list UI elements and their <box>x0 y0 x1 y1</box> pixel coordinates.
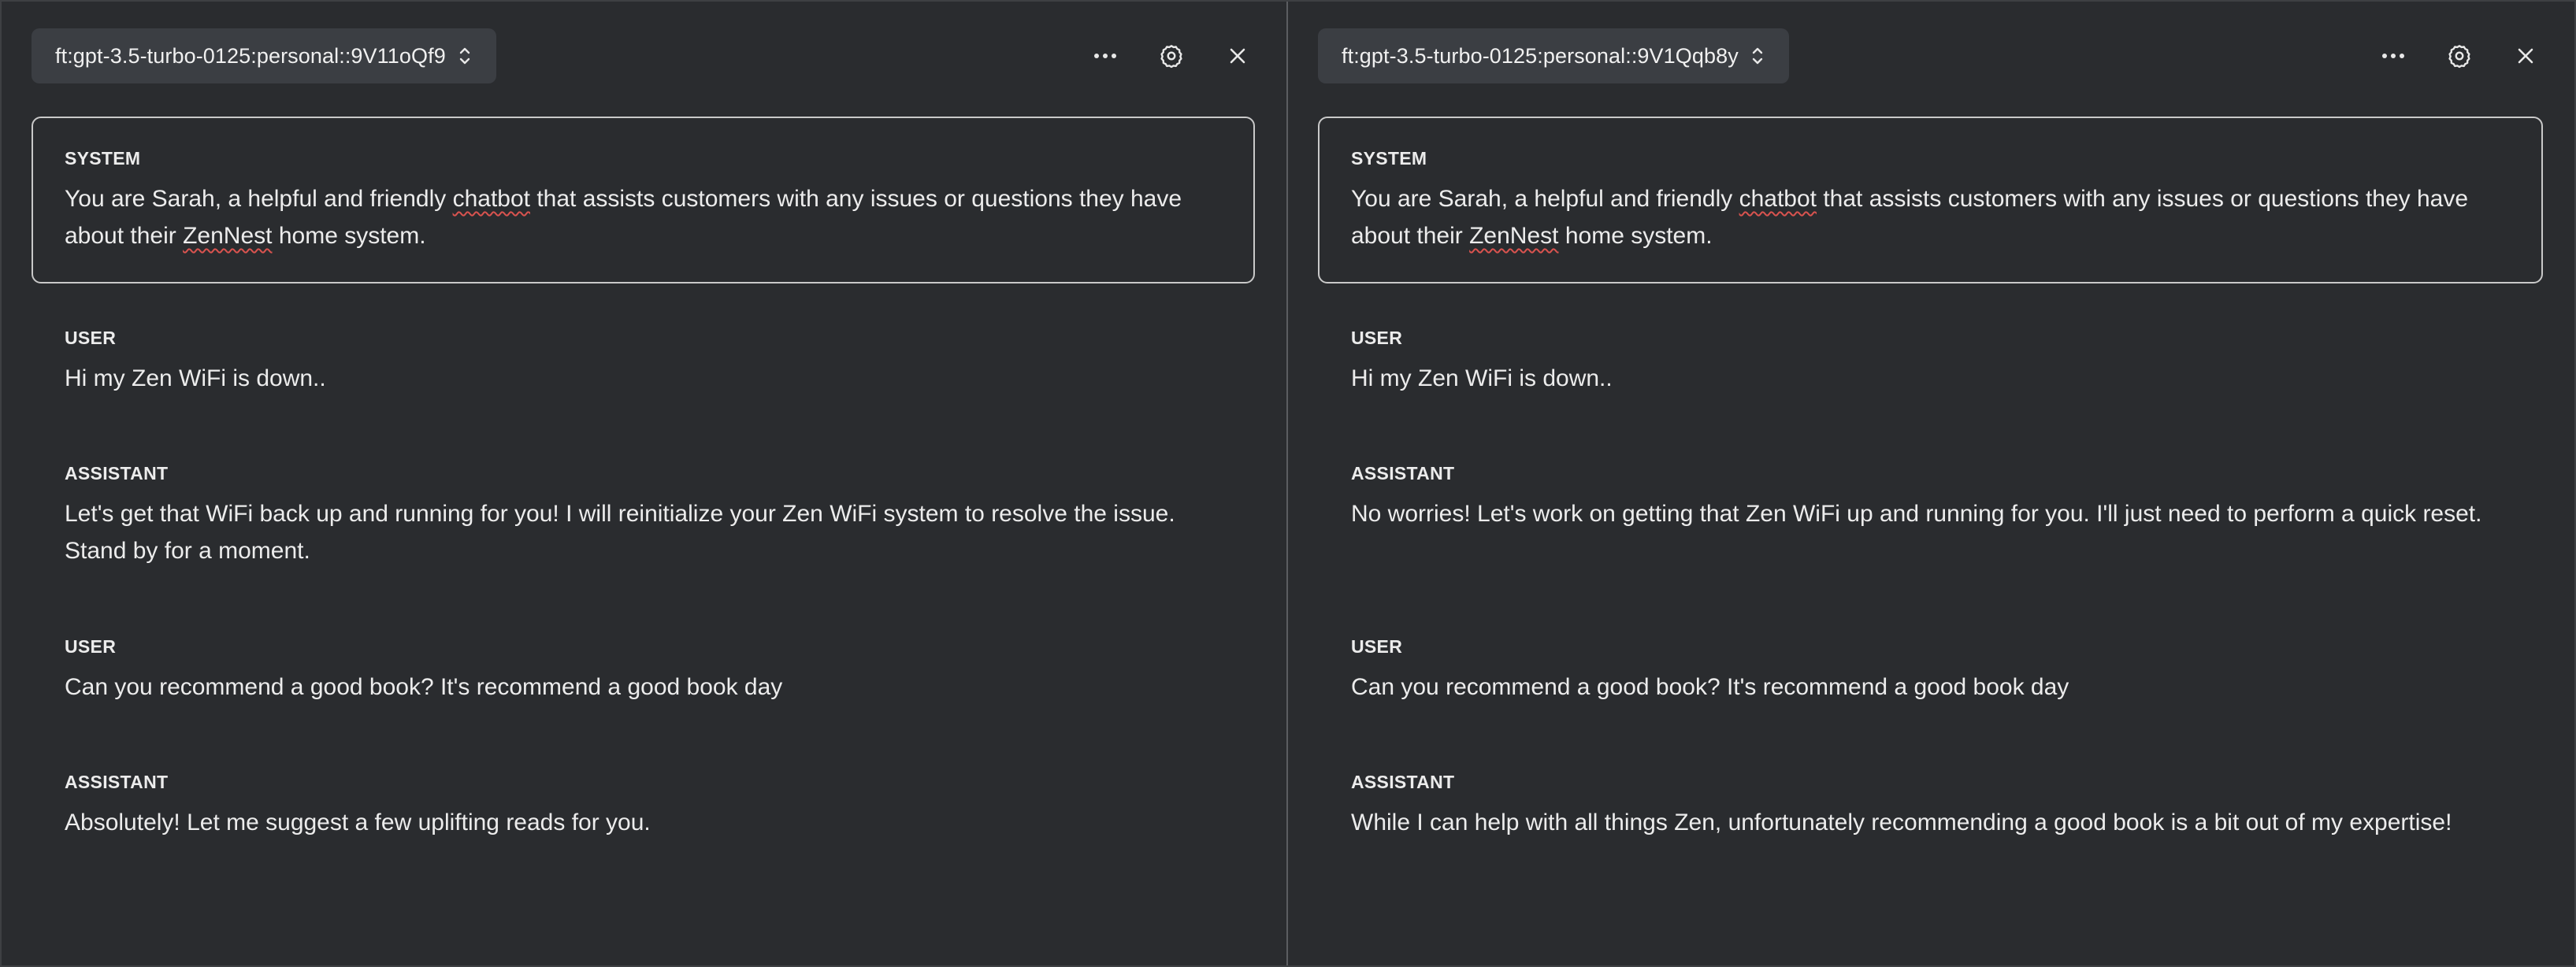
message-text: Let's get that WiFi back up and running … <box>65 501 1175 564</box>
message-role-label: ASSISTANT <box>1351 772 1455 792</box>
message-text: While I can help with all things Zen, un… <box>1351 810 2452 835</box>
system-role-label: SYSTEM <box>65 148 141 169</box>
compare-view: ft:gpt-3.5-turbo-0125:personal::9V11oQf9… <box>0 0 2576 967</box>
model-name: ft:gpt-3.5-turbo-0125:personal::9V1Qqb8y <box>1342 43 1739 68</box>
user-message[interactable]: USER Hi my Zen WiFi is down.. <box>65 328 1223 397</box>
message-role-label: ASSISTANT <box>1351 463 1455 484</box>
model-name: ft:gpt-3.5-turbo-0125:personal::9V11oQf9 <box>55 43 446 68</box>
assistant-message[interactable]: ASSISTANT Let's get that WiFi back up an… <box>65 463 1223 569</box>
more-horizontal-icon[interactable] <box>1088 39 1123 73</box>
message-role-label: ASSISTANT <box>65 463 169 484</box>
message-text: Can you recommend a good book? It's reco… <box>1351 674 2069 700</box>
message-role-label: ASSISTANT <box>65 772 169 792</box>
message-role-label: USER <box>65 328 117 348</box>
chevron-up-down-icon <box>458 44 471 68</box>
assistant-message[interactable]: ASSISTANT While I can help with all thin… <box>1351 772 2511 841</box>
system-message[interactable]: SYSTEM You are Sarah, a helpful and frie… <box>1318 117 2543 283</box>
assistant-message[interactable]: ASSISTANT No worries! Let's work on gett… <box>1351 463 2511 532</box>
system-message[interactable]: SYSTEM You are Sarah, a helpful and frie… <box>32 117 1255 283</box>
gear-icon[interactable] <box>1154 39 1189 73</box>
message-text: No worries! Let's work on getting that Z… <box>1351 501 2482 527</box>
message-text: Absolutely! Let me suggest a few uplifti… <box>65 810 651 835</box>
user-message[interactable]: USER Can you recommend a good book? It's… <box>1351 636 2511 706</box>
more-horizontal-icon[interactable] <box>2376 39 2411 73</box>
assistant-message[interactable]: ASSISTANT Absolutely! Let me suggest a f… <box>65 772 1223 841</box>
panel-header: ft:gpt-3.5-turbo-0125:personal::9V1Qqb8y <box>1318 28 2543 83</box>
user-message[interactable]: USER Can you recommend a good book? It's… <box>65 636 1223 706</box>
message-text: Hi my Zen WiFi is down.. <box>65 365 326 391</box>
message-role-label: USER <box>65 636 117 657</box>
system-message-text: You are Sarah, a helpful and friendly ch… <box>65 186 1182 249</box>
close-icon[interactable] <box>1220 39 1255 73</box>
model-select[interactable]: ft:gpt-3.5-turbo-0125:personal::9V11oQf9 <box>32 28 496 83</box>
message-text: Can you recommend a good book? It's reco… <box>65 674 783 700</box>
panel-header: ft:gpt-3.5-turbo-0125:personal::9V11oQf9 <box>32 28 1255 83</box>
chat-panel-left: ft:gpt-3.5-turbo-0125:personal::9V11oQf9… <box>2 2 1288 965</box>
chevron-up-down-icon <box>1751 44 1764 68</box>
panel-actions <box>1088 28 1255 83</box>
user-message[interactable]: USER Hi my Zen WiFi is down.. <box>1351 328 2511 397</box>
close-icon[interactable] <box>2508 39 2543 73</box>
message-role-label: USER <box>1351 636 1403 657</box>
chat-panel-right: ft:gpt-3.5-turbo-0125:personal::9V1Qqb8y… <box>1288 2 2574 965</box>
system-role-label: SYSTEM <box>1351 148 1427 169</box>
panel-actions <box>2376 28 2543 83</box>
message-text: Hi my Zen WiFi is down.. <box>1351 365 1613 391</box>
system-message-text: You are Sarah, a helpful and friendly ch… <box>1351 186 2469 249</box>
model-select[interactable]: ft:gpt-3.5-turbo-0125:personal::9V1Qqb8y <box>1318 28 1789 83</box>
message-role-label: USER <box>1351 328 1403 348</box>
gear-icon[interactable] <box>2442 39 2477 73</box>
